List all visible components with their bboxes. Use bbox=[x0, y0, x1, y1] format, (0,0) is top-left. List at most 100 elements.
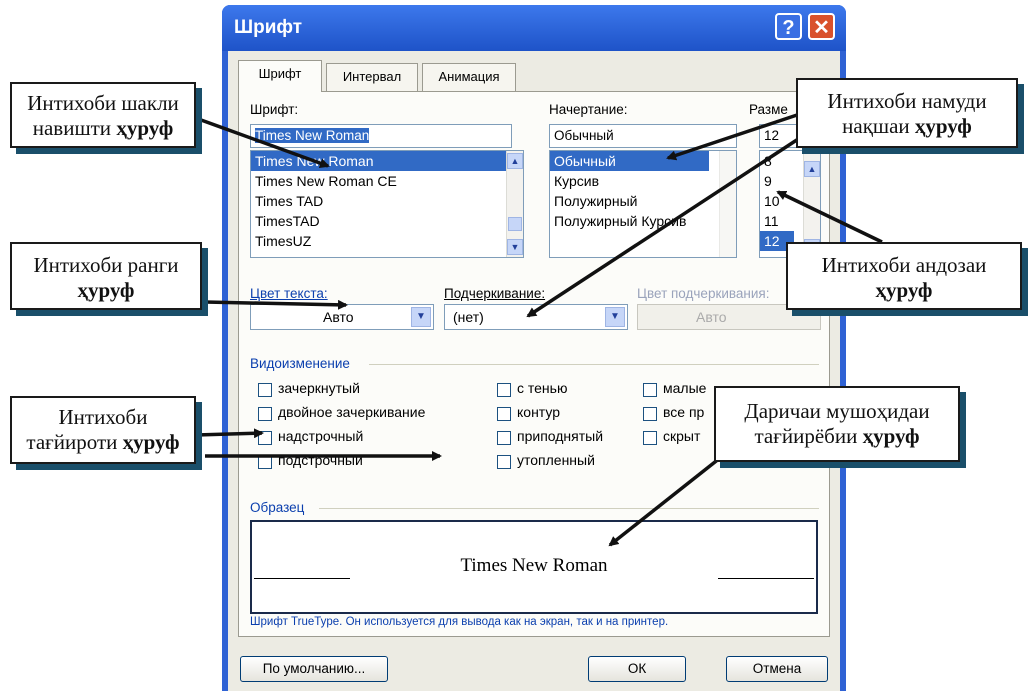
annotation-text: навишти bbox=[32, 116, 117, 140]
style-input[interactable]: Обычный bbox=[549, 124, 737, 148]
underline-color-value: Авто bbox=[696, 309, 727, 325]
superscript-checkbox[interactable] bbox=[258, 431, 272, 445]
annotation-size: Интихоби андозаи ҳуруф bbox=[786, 242, 1022, 310]
all-caps-checkbox[interactable] bbox=[643, 407, 657, 421]
font-dialog: Шрифт ? ✕ Шрифт Интервал Анимация Шрифт:… bbox=[222, 5, 846, 691]
color-select[interactable]: Авто ▼ bbox=[250, 304, 434, 330]
annotation-line: тағйирёбии ҳуруф bbox=[716, 424, 958, 449]
default-button[interactable]: По умолчанию... bbox=[240, 656, 388, 682]
font-list-scrollbar[interactable]: ▲ ▼ bbox=[506, 151, 523, 257]
color-label: Цвет текста: bbox=[250, 286, 328, 301]
annotation-line: тағйироти ҳуруф bbox=[12, 430, 194, 455]
scroll-up-icon[interactable]: ▲ bbox=[507, 153, 523, 169]
help-button[interactable]: ? bbox=[775, 13, 802, 40]
sample-note: Шрифт TrueType. Он используется для выво… bbox=[250, 616, 669, 628]
effect-label: приподнятый bbox=[517, 428, 604, 444]
underline-color-label: Цвет подчеркивания: bbox=[637, 286, 770, 301]
tab-font[interactable]: Шрифт bbox=[238, 60, 322, 92]
list-item[interactable]: TimesUZ bbox=[251, 231, 523, 251]
cancel-button[interactable]: Отмена bbox=[726, 656, 828, 682]
underline-label: Подчеркивание: bbox=[444, 286, 546, 301]
annotation-style: Интихоби намуди нақшаи ҳуруф bbox=[796, 78, 1018, 148]
color-value: Авто bbox=[323, 309, 354, 325]
effects-label: Видоизменение bbox=[250, 356, 350, 371]
style-list[interactable]: Обычный Курсив Полужирный Полужирный Кур… bbox=[549, 150, 737, 258]
effect-label: надстрочный bbox=[278, 428, 364, 444]
chevron-down-icon[interactable]: ▼ bbox=[411, 307, 431, 327]
engrave-checkbox[interactable] bbox=[497, 455, 511, 469]
scroll-down-icon[interactable]: ▼ bbox=[507, 239, 523, 255]
double-strike-checkbox[interactable] bbox=[258, 407, 272, 421]
effect-label: скрыт bbox=[663, 428, 701, 444]
annotation-bold: ҳуруф bbox=[862, 424, 920, 448]
list-item[interactable]: Курсив bbox=[550, 171, 736, 191]
annotation-line: ҳуруф bbox=[12, 278, 200, 303]
effect-label: все пр bbox=[663, 404, 705, 420]
effect-label: с тенью bbox=[517, 380, 568, 396]
size-label: Разме bbox=[749, 102, 788, 117]
emboss-checkbox[interactable] bbox=[497, 431, 511, 445]
annotation-bold: ҳуруф bbox=[122, 430, 180, 454]
underline-select[interactable]: (нет) ▼ bbox=[444, 304, 628, 330]
scroll-up-icon[interactable]: ▲ bbox=[804, 161, 820, 177]
annotation-bold: ҳуруф bbox=[914, 114, 972, 138]
annotation-text: тағйирёбии bbox=[754, 424, 863, 448]
list-item[interactable]: TimesTAD bbox=[251, 211, 523, 231]
font-input-value: Times New Roman bbox=[255, 128, 370, 143]
annotation-line: нақшаи ҳуруф bbox=[798, 114, 1016, 139]
tab-interval[interactable]: Интервал bbox=[326, 63, 418, 91]
annotation-line: Интихоби bbox=[58, 405, 148, 429]
small-caps-checkbox[interactable] bbox=[643, 383, 657, 397]
effect-label: двойное зачеркивание bbox=[278, 404, 426, 420]
sample-divider bbox=[319, 508, 819, 509]
annotation-line: ҳуруф bbox=[788, 278, 1020, 303]
font-input[interactable]: Times New Roman bbox=[250, 124, 512, 148]
annotation-text: тағйироти bbox=[26, 430, 123, 454]
tab-panel: Шрифт: Times New Roman Times New Roman T… bbox=[238, 91, 830, 637]
effect-label: контур bbox=[517, 404, 560, 420]
annotation-line: Даричаи мушоҳидаи bbox=[744, 399, 930, 423]
annotation-line: Интихоби намуди bbox=[827, 89, 987, 113]
ok-button[interactable]: ОК bbox=[588, 656, 686, 682]
style-list-scrollbar bbox=[719, 151, 736, 257]
shadow-checkbox[interactable] bbox=[497, 383, 511, 397]
annotation-line: Интихоби шакли bbox=[27, 91, 179, 115]
effect-label: зачеркнутый bbox=[278, 380, 360, 396]
annotation-line: Интихоби ранги bbox=[33, 253, 179, 277]
list-item[interactable]: Полужирный bbox=[550, 191, 736, 211]
effect-label: малые bbox=[663, 380, 707, 396]
list-item[interactable]: Полужирный Курсив bbox=[550, 211, 736, 231]
effects-divider bbox=[369, 364, 819, 365]
annotation-effects: Интихоби тағйироти ҳуруф bbox=[10, 396, 196, 464]
close-button[interactable]: ✕ bbox=[808, 13, 835, 40]
annotation-line: Интихоби андозаи bbox=[821, 253, 987, 277]
title-bar[interactable]: Шрифт ? ✕ bbox=[222, 5, 846, 51]
baseline-right bbox=[718, 578, 814, 579]
font-label: Шрифт: bbox=[250, 102, 299, 117]
tab-animation[interactable]: Анимация bbox=[422, 63, 516, 91]
list-item[interactable]: Times TAD bbox=[251, 191, 523, 211]
dialog-client: Шрифт Интервал Анимация Шрифт: Times New… bbox=[228, 51, 840, 691]
annotation-bold: ҳуруф bbox=[116, 116, 174, 140]
baseline-left bbox=[254, 578, 350, 579]
chevron-down-icon[interactable]: ▼ bbox=[605, 307, 625, 327]
annotation-text: нақшаи bbox=[842, 114, 915, 138]
list-item[interactable]: Times New Roman bbox=[251, 151, 523, 171]
dialog-title: Шрифт bbox=[234, 17, 303, 38]
effect-label: подстрочный bbox=[278, 452, 363, 468]
sample-text: Times New Roman bbox=[460, 555, 608, 576]
sample-preview: Times New Roman bbox=[250, 520, 818, 614]
annotation-bold: ҳуруф bbox=[875, 278, 933, 302]
underline-value: (нет) bbox=[453, 309, 484, 325]
effect-label: утопленный bbox=[517, 452, 595, 468]
list-item[interactable]: Обычный bbox=[550, 151, 709, 171]
font-list[interactable]: Times New Roman Times New Roman CE Times… bbox=[250, 150, 524, 258]
hidden-checkbox[interactable] bbox=[643, 431, 657, 445]
subscript-checkbox[interactable] bbox=[258, 455, 272, 469]
annotation-font-shape: Интихоби шакли навишти ҳуруф bbox=[10, 82, 196, 148]
annotation-color: Интихоби ранги ҳуруф bbox=[10, 242, 202, 310]
strikethrough-checkbox[interactable] bbox=[258, 383, 272, 397]
scroll-thumb[interactable] bbox=[508, 217, 522, 231]
list-item[interactable]: Times New Roman CE bbox=[251, 171, 523, 191]
outline-checkbox[interactable] bbox=[497, 407, 511, 421]
